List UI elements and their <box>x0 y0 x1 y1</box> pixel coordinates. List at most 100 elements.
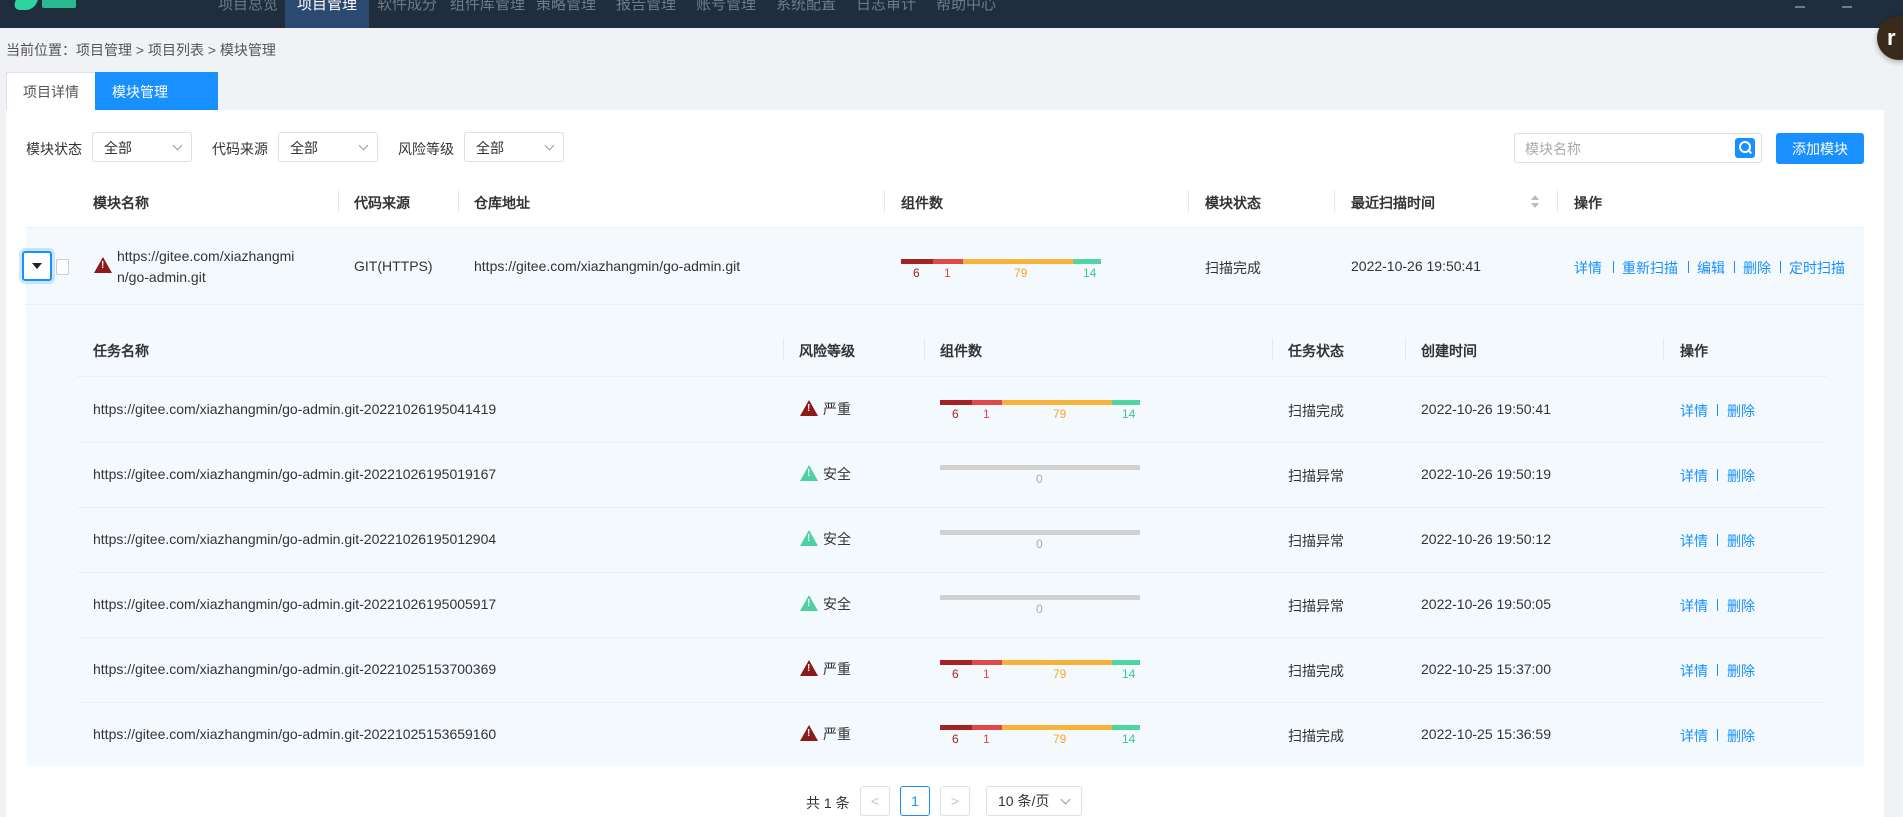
next-page-button[interactable]: > <box>940 786 970 816</box>
task-created-time: 2022-10-26 19:50:05 <box>1421 596 1551 612</box>
task-risk-level: 严重 <box>823 661 851 677</box>
task-risk-level: 严重 <box>823 401 851 417</box>
task-detail-link[interactable]: 详情 <box>1680 596 1708 616</box>
row-checkbox[interactable] <box>56 259 69 275</box>
task-status: 扫描异常 <box>1288 468 1344 484</box>
prev-page-button[interactable]: < <box>860 786 890 816</box>
risk-filter-select[interactable]: 全部 <box>464 132 564 162</box>
component-count-medium: 79 <box>1014 266 1028 280</box>
warning-icon <box>94 257 112 273</box>
component-bar-empty <box>940 530 1140 535</box>
task-status: 扫描异常 <box>1288 598 1344 614</box>
safe-icon <box>800 595 818 611</box>
module-edit-link[interactable]: 编辑 <box>1697 258 1725 278</box>
warning-icon <box>800 400 818 416</box>
status-filter-select[interactable]: 全部 <box>92 132 192 162</box>
module-repo-url: https://gitee.com/xiazhangmin/go-admin.g… <box>474 258 741 274</box>
component-count-critical: 6 <box>913 266 920 280</box>
task-detail-link[interactable]: 详情 <box>1680 661 1708 681</box>
component-count-medium: 79 <box>1053 732 1067 746</box>
nav-item-software-composition[interactable]: 软件成分 <box>365 0 449 28</box>
notification-icon[interactable] <box>1795 0 1805 8</box>
component-bar-medium <box>963 259 1073 264</box>
nav-item-overview[interactable]: 项目总览 <box>206 0 290 28</box>
task-status: 扫描完成 <box>1288 728 1344 744</box>
task-created-time: 2022-10-26 19:50:41 <box>1421 401 1551 417</box>
nav-item-project-management[interactable]: 项目管理 <box>285 0 370 28</box>
col-header-module-status: 模块状态 <box>1205 195 1261 211</box>
col-header-actions: 操作 <box>1574 195 1602 211</box>
task-component-bar: 6 1 79 14 <box>940 400 1140 421</box>
module-delete-link[interactable]: 删除 <box>1743 258 1771 278</box>
task-delete-link[interactable]: 删除 <box>1727 596 1755 616</box>
task-created-time: 2022-10-26 19:50:12 <box>1421 531 1551 547</box>
task-risk-level: 安全 <box>823 531 851 547</box>
sort-icon[interactable] <box>1531 195 1539 209</box>
status-filter-value: 全部 <box>104 140 132 156</box>
component-count-high: 1 <box>983 667 990 681</box>
task-detail-link[interactable]: 详情 <box>1680 531 1708 551</box>
component-bar-low <box>1112 660 1140 665</box>
nav-item-audit-log[interactable]: 日志审计 <box>844 0 928 28</box>
task-detail-link[interactable]: 详情 <box>1680 401 1708 421</box>
nav-item-reports[interactable]: 报告管理 <box>604 0 688 28</box>
task-delete-link[interactable]: 删除 <box>1727 466 1755 486</box>
safe-icon <box>800 530 818 546</box>
task-delete-link[interactable]: 删除 <box>1727 401 1755 421</box>
component-bar-critical <box>940 400 972 405</box>
component-bar-medium <box>1002 725 1112 730</box>
pagination-total: 共 1 条 <box>806 795 850 811</box>
task-risk-level: 安全 <box>823 596 851 612</box>
module-search-input[interactable] <box>1515 134 1727 164</box>
task-delete-link[interactable]: 删除 <box>1727 531 1755 551</box>
component-count-total: 0 <box>1036 602 1043 616</box>
chevron-down-icon <box>544 140 555 151</box>
search-button[interactable] <box>1735 138 1755 158</box>
module-rescan-link[interactable]: 重新扫描 <box>1622 258 1678 278</box>
module-name-line2: n/go-admin.git <box>117 269 206 285</box>
task-created-time: 2022-10-25 15:37:00 <box>1421 661 1551 677</box>
module-source: GIT(HTTPS) <box>354 258 433 274</box>
task-delete-link[interactable]: 删除 <box>1727 726 1755 746</box>
task-name: https://gitee.com/xiazhangmin/go-admin.g… <box>93 466 497 482</box>
module-detail-link[interactable]: 详情 <box>1574 258 1602 278</box>
nav-item-component-library[interactable]: 组件库管理 <box>438 0 537 28</box>
add-module-button[interactable]: 添加模块 <box>1776 133 1864 164</box>
tab-project-detail[interactable]: 项目详情 <box>6 72 108 111</box>
task-delete-link[interactable]: 删除 <box>1727 661 1755 681</box>
component-count-total: 0 <box>1036 537 1043 551</box>
task-col-header-components: 组件数 <box>940 343 982 359</box>
nav-item-help-center[interactable]: 帮助中心 <box>924 0 1008 28</box>
task-status: 扫描异常 <box>1288 533 1344 549</box>
module-component-bar: 6 1 79 14 <box>901 259 1101 280</box>
component-count-low: 14 <box>1122 732 1136 746</box>
task-col-header-status: 任务状态 <box>1288 343 1344 359</box>
component-bar-high <box>972 400 1002 405</box>
tab-module-management[interactable]: 模块管理 <box>95 72 218 111</box>
task-risk-level: 严重 <box>823 726 851 742</box>
task-detail-link[interactable]: 详情 <box>1680 726 1708 746</box>
breadcrumb: 当前位置：项目管理 > 项目列表 > 模块管理 <box>6 42 276 58</box>
col-header-code-source: 代码来源 <box>354 195 410 211</box>
nav-item-accounts[interactable]: 账号管理 <box>684 0 768 28</box>
component-bar-critical <box>940 660 972 665</box>
task-name: https://gitee.com/xiazhangmin/go-admin.g… <box>93 401 497 417</box>
page-size-select[interactable]: 10 条/页 <box>986 786 1082 816</box>
task-col-header-created: 创建时间 <box>1421 343 1477 359</box>
source-filter-value: 全部 <box>290 140 318 156</box>
source-filter-select[interactable]: 全部 <box>278 132 378 162</box>
task-name: https://gitee.com/xiazhangmin/go-admin.g… <box>93 661 497 677</box>
task-detail-link[interactable]: 详情 <box>1680 466 1708 486</box>
nav-item-system-config[interactable]: 系统配置 <box>764 0 848 28</box>
settings-icon[interactable] <box>1842 0 1852 8</box>
component-bar-medium <box>1002 400 1112 405</box>
expand-row-button[interactable] <box>22 251 52 281</box>
logo <box>12 0 104 12</box>
component-count-total: 0 <box>1036 472 1043 486</box>
module-scheduled-scan-link[interactable]: 定时扫描 <box>1789 258 1845 278</box>
nav-item-policy[interactable]: 策略管理 <box>524 0 608 28</box>
task-created-time: 2022-10-25 15:36:59 <box>1421 726 1551 742</box>
task-col-header-risk: 风险等级 <box>799 343 855 359</box>
task-col-header-name: 任务名称 <box>93 343 149 359</box>
page-1-button[interactable]: 1 <box>900 786 930 816</box>
